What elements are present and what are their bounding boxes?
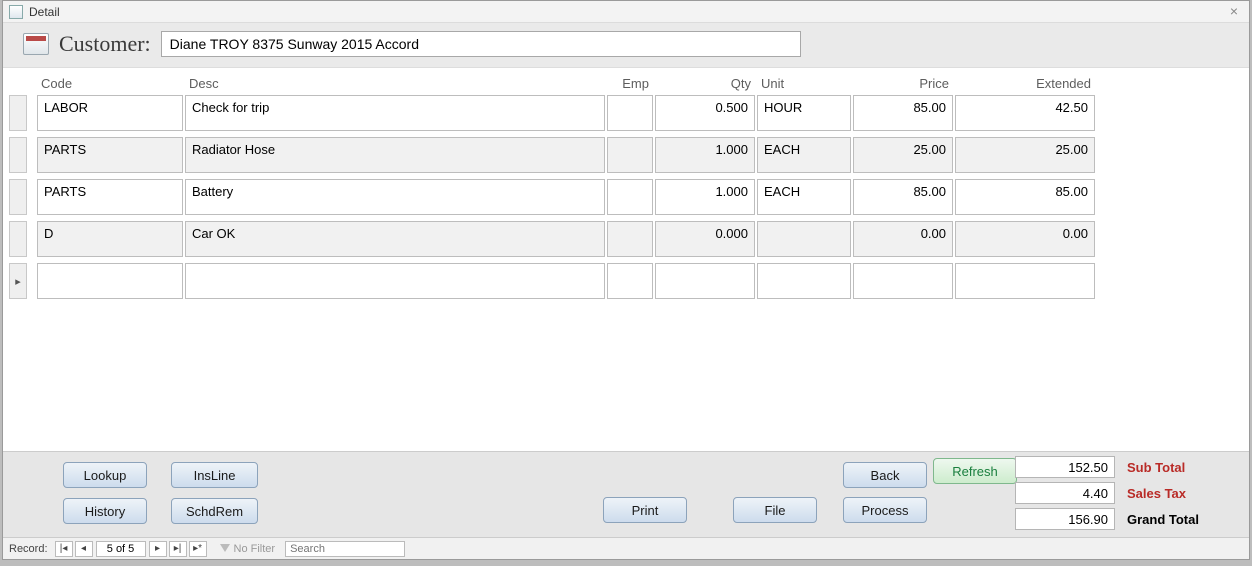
hdr-emp: Emp [607, 74, 653, 93]
customer-label: Customer: [59, 31, 151, 57]
cell-code[interactable]: D [37, 221, 183, 257]
nav-prev-button[interactable]: ◂ [75, 541, 93, 557]
salestax-label: Sales Tax [1127, 486, 1221, 501]
table-row[interactable]: PARTSBattery1.000EACH85.0085.00 [9, 179, 1241, 215]
customer-bar: Customer: [3, 23, 1249, 68]
cell-code[interactable]: PARTS [37, 179, 183, 215]
cell-desc[interactable]: Car OK [185, 221, 605, 257]
cell-emp[interactable] [607, 137, 653, 173]
back-button[interactable]: Back [843, 462, 927, 488]
record-label: Record: [3, 543, 54, 555]
grandtotal-field[interactable] [1015, 508, 1115, 530]
cell-extended[interactable]: 0.00 [955, 221, 1095, 257]
insline-button[interactable]: InsLine [171, 462, 258, 488]
grid: Code Desc Emp Qty Unit Price Extended LA… [3, 68, 1249, 299]
salestax-field[interactable] [1015, 482, 1115, 504]
row-selector[interactable] [9, 137, 27, 173]
cell-emp[interactable] [607, 95, 653, 131]
nav-new-button[interactable]: ▸* [189, 541, 207, 557]
funnel-icon [220, 544, 230, 554]
cell-extended[interactable]: 25.00 [955, 137, 1095, 173]
cell-price[interactable]: 25.00 [853, 137, 953, 173]
content-area: Customer: Code Desc Emp Qty Unit Price E… [3, 23, 1249, 537]
table-row[interactable] [9, 263, 1241, 299]
cell-price[interactable]: 85.00 [853, 179, 953, 215]
hdr-unit: Unit [757, 74, 851, 93]
cell-code[interactable] [37, 263, 183, 299]
cell-emp[interactable] [607, 221, 653, 257]
table-row[interactable]: LABORCheck for trip 0.500HOUR85.0042.50 [9, 95, 1241, 131]
grid-header: Code Desc Emp Qty Unit Price Extended [9, 70, 1241, 95]
customer-field[interactable] [161, 31, 801, 57]
row-selector[interactable] [9, 95, 27, 131]
cell-desc[interactable] [185, 263, 605, 299]
cell-unit[interactable]: HOUR [757, 95, 851, 131]
hdr-qty: Qty [655, 74, 755, 93]
subtotal-field[interactable] [1015, 456, 1115, 478]
history-button[interactable]: History [63, 498, 147, 524]
cell-unit[interactable]: EACH [757, 179, 851, 215]
form-icon [9, 5, 23, 19]
titlebar: Detail × [3, 1, 1249, 23]
cell-desc[interactable]: Check for trip [185, 95, 605, 131]
record-navigator: Record: |◂ ◂ ▸ ▸| ▸* No Filter [3, 537, 1249, 559]
nav-position-field[interactable] [96, 541, 146, 557]
totals: Sub Total Sales Tax Grand Total [1015, 456, 1221, 530]
detail-window: Detail × Customer: Code Desc Emp Qty Uni… [2, 0, 1250, 560]
nav-first-button[interactable]: |◂ [55, 541, 73, 557]
hdr-code: Code [37, 74, 183, 93]
row-selector[interactable] [9, 179, 27, 215]
window-title: Detail [29, 5, 60, 19]
cell-qty[interactable] [655, 263, 755, 299]
table-row[interactable]: PARTSRadiator Hose1.000EACH25.0025.00 [9, 137, 1241, 173]
schdrem-button[interactable]: SchdRem [171, 498, 258, 524]
grandtotal-label: Grand Total [1127, 512, 1221, 527]
cell-unit[interactable] [757, 221, 851, 257]
refresh-button[interactable]: Refresh [933, 458, 1017, 484]
cell-qty[interactable]: 1.000 [655, 179, 755, 215]
customer-form-icon [23, 33, 49, 55]
close-icon[interactable]: × [1225, 5, 1243, 19]
footer-bar: Lookup InsLine History SchdRem Print Fil… [3, 451, 1249, 537]
lookup-button[interactable]: Lookup [63, 462, 147, 488]
row-selector[interactable] [9, 263, 27, 299]
cell-desc[interactable]: Battery [185, 179, 605, 215]
cell-qty[interactable]: 0.500 [655, 95, 755, 131]
cell-qty[interactable]: 0.000 [655, 221, 755, 257]
cell-unit[interactable] [757, 263, 851, 299]
nav-search-input[interactable] [285, 541, 405, 557]
process-button[interactable]: Process [843, 497, 927, 523]
table-row[interactable]: DCar OK 0.000 0.000.00 [9, 221, 1241, 257]
subtotal-label: Sub Total [1127, 460, 1221, 475]
row-selector[interactable] [9, 221, 27, 257]
hdr-extended: Extended [955, 74, 1095, 93]
cell-code[interactable]: LABOR [37, 95, 183, 131]
nav-last-button[interactable]: ▸| [169, 541, 187, 557]
cell-unit[interactable]: EACH [757, 137, 851, 173]
cell-desc[interactable]: Radiator Hose [185, 137, 605, 173]
cell-emp[interactable] [607, 179, 653, 215]
cell-extended[interactable]: 42.50 [955, 95, 1095, 131]
print-button[interactable]: Print [603, 497, 687, 523]
file-button[interactable]: File [733, 497, 817, 523]
nav-next-button[interactable]: ▸ [149, 541, 167, 557]
cell-price[interactable]: 85.00 [853, 95, 953, 131]
cell-extended[interactable]: 85.00 [955, 179, 1095, 215]
cell-code[interactable]: PARTS [37, 137, 183, 173]
hdr-price: Price [853, 74, 953, 93]
cell-emp[interactable] [607, 263, 653, 299]
no-filter-indicator: No Filter [220, 543, 276, 555]
cell-extended[interactable] [955, 263, 1095, 299]
cell-price[interactable] [853, 263, 953, 299]
hdr-desc: Desc [185, 74, 605, 93]
cell-price[interactable]: 0.00 [853, 221, 953, 257]
cell-qty[interactable]: 1.000 [655, 137, 755, 173]
